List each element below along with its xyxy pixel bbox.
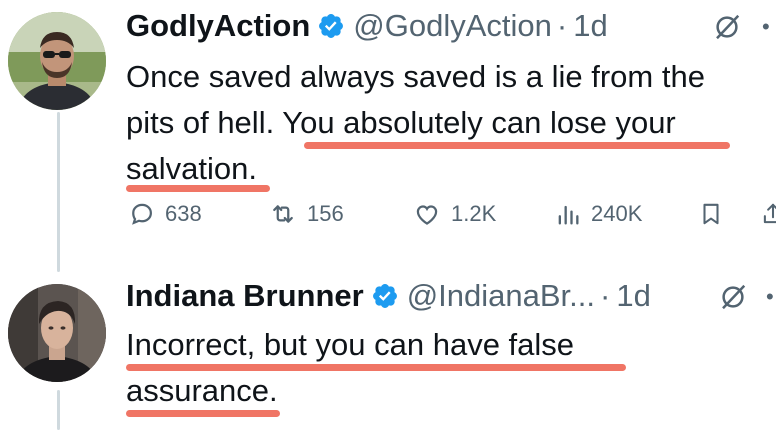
highlight-underline bbox=[126, 185, 270, 192]
tweet-text: Once saved always saved is a lie from th… bbox=[126, 54, 776, 192]
reply-button[interactable]: 638 bbox=[128, 200, 202, 228]
user-handle[interactable]: @IndianaBr... bbox=[407, 278, 595, 314]
like-icon bbox=[416, 205, 438, 225]
reply-count: 638 bbox=[165, 201, 202, 226]
tweet-text-line-2: assurance. bbox=[126, 373, 278, 408]
timestamp[interactable]: 1d bbox=[616, 278, 650, 314]
user-handle[interactable]: @GodlyAction bbox=[353, 8, 552, 44]
avatar-indiana-brunner[interactable] bbox=[8, 284, 106, 382]
thread-connector-line bbox=[57, 112, 60, 272]
highlight-underline bbox=[304, 142, 730, 149]
tweet-indiana-brunner[interactable]: Indiana Brunner @IndianaBr... · 1d • Inc… bbox=[126, 270, 776, 417]
display-name[interactable]: Indiana Brunner bbox=[126, 278, 364, 314]
tweet-text-line-2: pits of hell. You absolutely can lose yo… bbox=[126, 100, 776, 146]
bookmark-button[interactable] bbox=[698, 199, 724, 229]
tweet-text-highlighted: You absolutely can lose your bbox=[282, 105, 676, 140]
views-button[interactable]: 240K bbox=[554, 200, 642, 228]
like-button[interactable]: 1.2K bbox=[412, 200, 496, 228]
share-button[interactable] bbox=[760, 199, 776, 229]
reply-icon bbox=[132, 203, 152, 225]
view-count: 240K bbox=[591, 201, 643, 226]
avatar-godlyaction[interactable] bbox=[8, 12, 106, 110]
grok-icon[interactable] bbox=[718, 282, 748, 312]
tweet-header: Indiana Brunner @IndianaBr... · 1d bbox=[126, 270, 776, 322]
grok-icon[interactable] bbox=[712, 12, 742, 42]
more-icon[interactable]: • bbox=[762, 14, 770, 40]
repost-button[interactable]: 156 bbox=[268, 200, 344, 228]
avatar-photo-icon bbox=[8, 12, 106, 110]
repost-count: 156 bbox=[307, 201, 344, 226]
timestamp[interactable]: 1d bbox=[573, 8, 607, 44]
separator-dot: · bbox=[600, 278, 611, 313]
verified-badge-icon bbox=[317, 12, 345, 40]
tweet-text-plain: pits of hell. bbox=[126, 105, 283, 140]
highlight-underline bbox=[126, 364, 626, 371]
display-name[interactable]: GodlyAction bbox=[126, 8, 310, 44]
tweet-actions: 638 156 1.2K 240K bbox=[126, 196, 776, 232]
thread-connector-line-lower bbox=[57, 390, 60, 430]
bookmark-icon bbox=[703, 203, 719, 225]
tweet-header: GodlyAction @GodlyAction · 1d bbox=[126, 0, 776, 52]
more-icon[interactable]: • bbox=[766, 284, 774, 310]
tweet-text-line-1: Once saved always saved is a lie from th… bbox=[126, 59, 705, 94]
views-icon bbox=[558, 205, 579, 225]
separator-dot: · bbox=[556, 8, 568, 43]
tweet-text: Incorrect, but you can have false assura… bbox=[126, 322, 776, 417]
highlight-underline bbox=[126, 410, 280, 417]
tweet-godlyaction[interactable]: GodlyAction @GodlyAction · 1d • Once sav… bbox=[126, 0, 776, 226]
like-count: 1.2K bbox=[451, 201, 497, 226]
avatar-photo-icon bbox=[8, 284, 106, 382]
share-icon bbox=[763, 203, 776, 224]
repost-icon bbox=[273, 205, 293, 223]
tweet-text-line-1: Incorrect, but you can have false bbox=[126, 327, 575, 362]
verified-badge-icon bbox=[371, 282, 399, 310]
